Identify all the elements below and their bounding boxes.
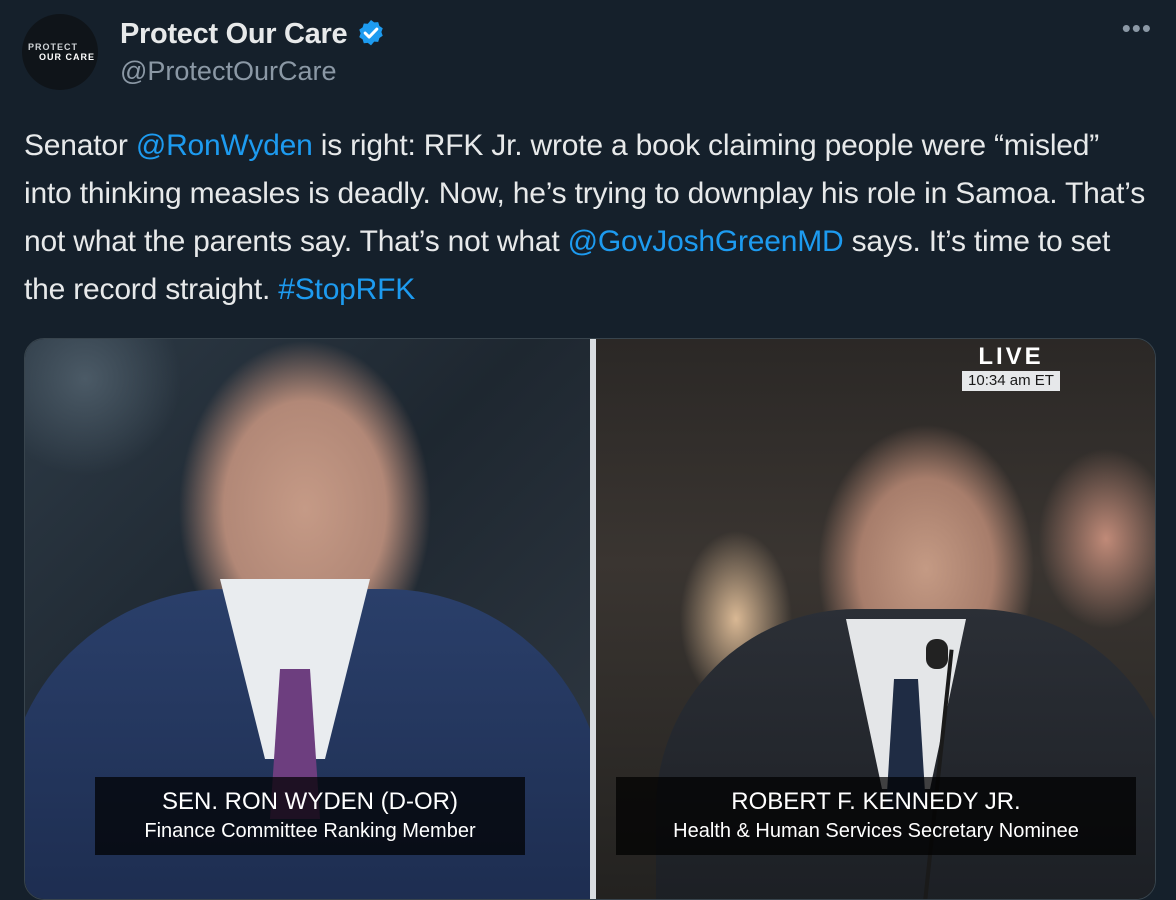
avatar[interactable]: PROTECT OUR CARE	[22, 14, 98, 90]
chyron-left-title: Finance Committee Ranking Member	[144, 820, 476, 842]
video-media[interactable]: SEN. RON WYDEN (D-OR) Finance Committee …	[24, 338, 1156, 900]
live-label: LIVE	[978, 343, 1044, 370]
avatar-text-line2: OUR CARE	[38, 52, 95, 62]
author-handle[interactable]: @ProtectOurCare	[120, 56, 336, 87]
more-options-icon[interactable]: •••	[1122, 15, 1152, 41]
chyron-left: SEN. RON WYDEN (D-OR) Finance Committee …	[95, 777, 525, 855]
author-display-name[interactable]: Protect Our Care	[120, 18, 348, 51]
live-clock: 10:34 am ET	[962, 371, 1060, 391]
video-panel-left: SEN. RON WYDEN (D-OR) Finance Committee …	[25, 339, 590, 899]
mention-govjoshgreenmd[interactable]: @GovJoshGreenMD	[568, 225, 844, 258]
avatar-text-line1: PROTECT	[27, 42, 78, 52]
video-panel-right: LIVE 10:34 am ET ROBERT F. KENNEDY JR. H…	[596, 339, 1155, 899]
microphone-icon	[926, 639, 948, 669]
live-indicator: LIVE 10:34 am ET	[957, 343, 1065, 391]
tweet-text-part: Senator	[24, 129, 136, 162]
tweet: PROTECT OUR CARE Protect Our Care @Prote…	[0, 0, 1176, 900]
hashtag-stoprfk[interactable]: #StopRFK	[278, 273, 415, 306]
chyron-left-name: SEN. RON WYDEN (D-OR)	[162, 788, 458, 815]
chyron-right: ROBERT F. KENNEDY JR. Health & Human Ser…	[616, 777, 1136, 855]
chyron-right-name: ROBERT F. KENNEDY JR.	[731, 788, 1021, 815]
tweet-text: Senator @RonWyden is right: RFK Jr. wrot…	[24, 122, 1154, 314]
mention-ronwyden[interactable]: @RonWyden	[136, 129, 313, 162]
author-name-row: Protect Our Care	[120, 14, 387, 54]
verified-badge-icon	[355, 18, 387, 50]
chyron-right-title: Health & Human Services Secretary Nomine…	[673, 820, 1079, 842]
